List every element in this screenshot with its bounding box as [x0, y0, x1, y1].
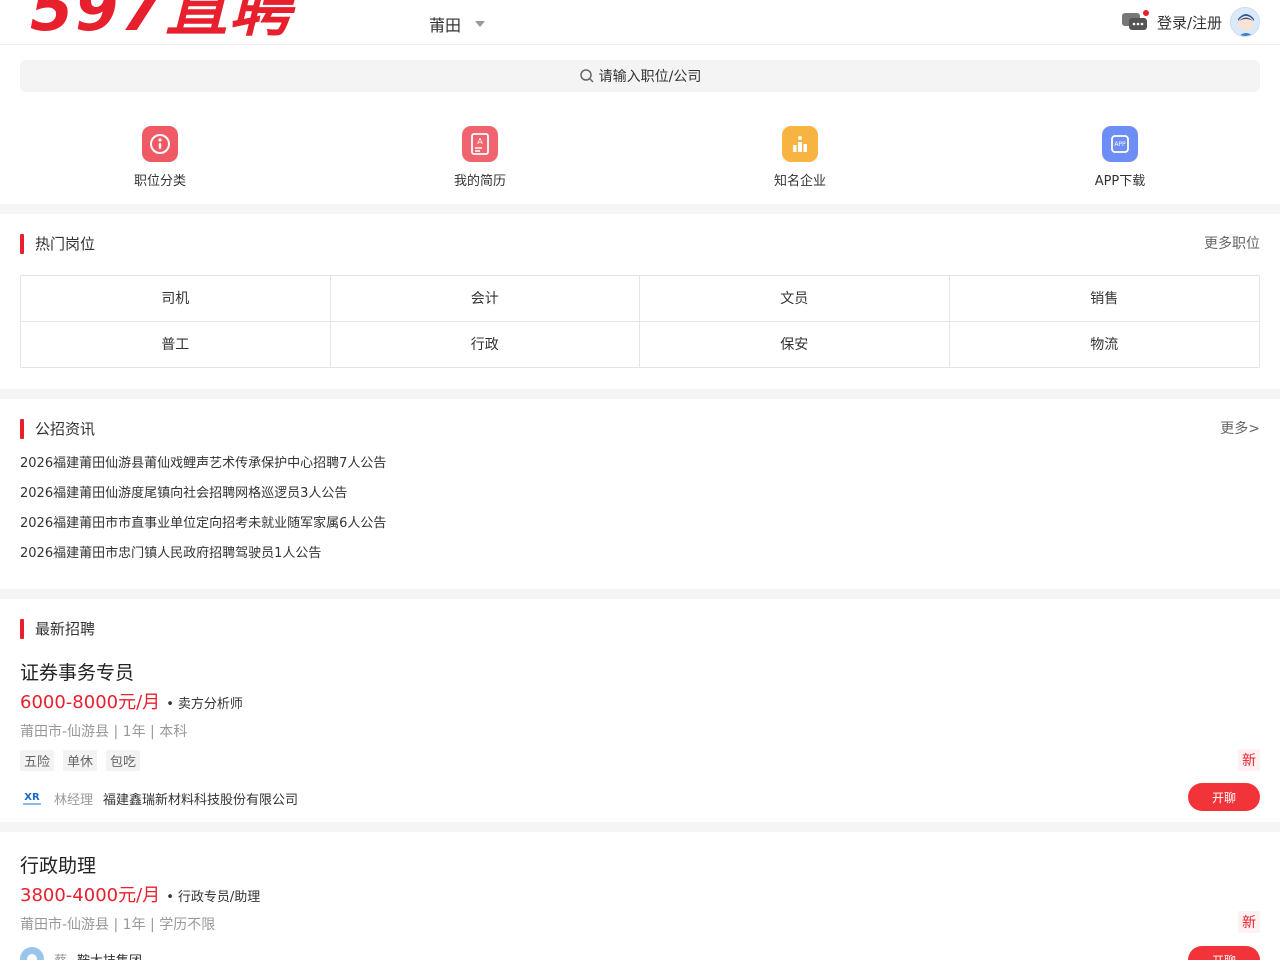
news-item[interactable]: 2026福建莆田市市直事业单位定向招考未就业随军家属6人公告 — [20, 515, 1260, 545]
hot-job-item[interactable]: 销售 — [949, 276, 1259, 322]
hot-job-item[interactable]: 文员 — [640, 276, 950, 322]
hot-job-item[interactable]: 普工 — [21, 321, 331, 367]
quick-nav-job-category[interactable]: 职位分类 — [100, 126, 220, 189]
news-title: 公招资讯 — [35, 420, 96, 438]
job-card[interactable]: 行政助理 3800-4000元/月 行政专员/助理 莆田市-仙游县 | 1年 |… — [0, 849, 1280, 960]
quick-nav-famous-companies[interactable]: 知名企业 — [740, 126, 860, 189]
hot-job-item[interactable]: 物流 — [950, 322, 1260, 368]
quick-nav-label: APP下载 — [1094, 174, 1146, 189]
hot-job-item[interactable]: 保安 — [640, 321, 950, 367]
job-tags: 五险 单休 包吃 — [20, 750, 141, 771]
compass-icon — [142, 126, 178, 162]
job-tag: 单休 — [63, 750, 98, 771]
job-card[interactable]: 证券事务专员 6000-8000元/月 卖方分析师 莆田市-仙游县 | 1年 |… — [0, 656, 1280, 822]
user-avatar[interactable] — [1230, 7, 1260, 37]
job-title[interactable]: 行政助理 — [20, 851, 96, 878]
svg-text:APP: APP — [1114, 141, 1126, 148]
quick-nav-app-download[interactable]: APP APP下载 — [1060, 126, 1180, 189]
quick-nav-my-resume[interactable]: A 我的简历 — [420, 126, 540, 189]
search-icon — [579, 69, 594, 83]
app-icon: APP — [1102, 126, 1138, 162]
quick-nav-label: 知名企业 — [773, 174, 826, 189]
job-tag: 包吃 — [106, 750, 141, 771]
site-logo[interactable]: 597直聘 — [30, 0, 293, 40]
svg-text:XR: XR — [24, 792, 40, 803]
section-accent-bar — [20, 419, 24, 439]
more-news-link[interactable]: 更多> — [1220, 419, 1260, 439]
job-footer: XR 林经理 福建鑫瑞新材料科技股份有限公司 — [20, 786, 298, 810]
hot-job-item[interactable]: 司机 — [21, 276, 331, 322]
section-accent-bar — [20, 619, 24, 639]
city-name: 莆田 — [429, 16, 462, 35]
search-bar[interactable]: 请输入职位/公司 — [20, 60, 1260, 92]
section-divider — [0, 204, 1280, 214]
city-selector[interactable]: 莆田 — [429, 12, 486, 36]
section-divider — [0, 822, 1280, 832]
news-item[interactable]: 2026福建莆田市忠门镇人民政府招聘驾驶员1人公告 — [20, 545, 1260, 575]
unread-dot — [1142, 10, 1149, 16]
latest-jobs-title: 最新招聘 — [35, 620, 96, 638]
hot-job-item[interactable]: 会计 — [330, 276, 640, 322]
message-icon[interactable] — [1121, 10, 1149, 34]
news-item[interactable]: 2026福建莆田仙游度尾镇向社会招聘网格巡逻员3人公告 — [20, 485, 1260, 515]
section-divider — [0, 389, 1280, 399]
news-item[interactable]: 2026福建莆田仙游县莆仙戏鲤声艺术传承保护中心招聘7人公告 — [20, 455, 1260, 485]
job-meta: 莆田市-仙游县 | 1年 | 学历不限 — [20, 917, 216, 933]
job-tag: 五险 — [20, 750, 55, 771]
section-divider — [0, 589, 1280, 599]
job-salary: 3800-4000元/月 — [20, 885, 161, 906]
top-header: 597直聘 莆田 登录/注册 — [0, 0, 1280, 45]
contact-person: 林经理 — [54, 792, 94, 808]
quick-nav-label: 职位分类 — [133, 174, 186, 189]
news-header: 公招资讯 更多> — [20, 419, 1260, 439]
company-logo: XR — [20, 786, 44, 810]
job-category: 行政专员/助理 — [166, 886, 260, 905]
search-placeholder: 请输入职位/公司 — [598, 69, 702, 85]
section-accent-bar — [20, 234, 24, 254]
more-jobs-link[interactable]: 更多职位 — [1204, 234, 1260, 254]
quick-nav-label: 我的简历 — [453, 174, 506, 189]
company-name[interactable]: 鞍大技集团 — [77, 950, 142, 960]
hot-jobs-grid: 司机 会计 文员 销售 普工 行政 保安 物流 — [20, 275, 1260, 368]
building-icon — [782, 126, 818, 162]
latest-jobs-header: 最新招聘 — [20, 619, 1260, 639]
caret-down-icon — [475, 21, 486, 27]
svg-text:A: A — [477, 137, 483, 146]
new-badge: 新 — [1238, 749, 1260, 771]
hot-jobs-header: 热门岗位 更多职位 — [20, 234, 1260, 254]
contact-person: 蔡 — [54, 950, 67, 960]
company-logo — [20, 947, 44, 960]
quick-nav: 职位分类 A 我的简历 知名企业 APP APP下载 — [0, 126, 1280, 189]
job-salary: 6000-8000元/月 — [20, 692, 161, 713]
resume-icon: A — [462, 126, 498, 162]
news-list: 2026福建莆田仙游县莆仙戏鲤声艺术传承保护中心招聘7人公告 2026福建莆田仙… — [20, 455, 1260, 575]
chat-button[interactable]: 开聊 — [1188, 946, 1260, 960]
job-footer: 蔡 鞍大技集团 — [20, 947, 142, 960]
new-badge: 新 — [1238, 911, 1260, 933]
login-register-link[interactable]: 登录/注册 — [1157, 12, 1222, 33]
chat-button[interactable]: 开聊 — [1188, 783, 1260, 811]
job-salary-row: 3800-4000元/月 行政专员/助理 — [20, 881, 260, 907]
hot-jobs-title: 热门岗位 — [35, 235, 96, 253]
job-category: 卖方分析师 — [166, 693, 243, 712]
job-meta: 莆田市-仙游县 | 1年 | 本科 — [20, 724, 188, 740]
hot-job-item[interactable]: 行政 — [331, 321, 640, 367]
company-name[interactable]: 福建鑫瑞新材料科技股份有限公司 — [103, 789, 298, 808]
job-title[interactable]: 证券事务专员 — [20, 658, 134, 685]
job-salary-row: 6000-8000元/月 卖方分析师 — [20, 688, 243, 714]
header-actions: 登录/注册 — [1121, 7, 1260, 37]
